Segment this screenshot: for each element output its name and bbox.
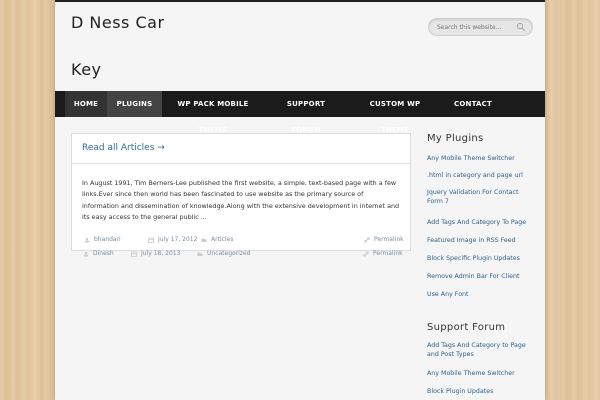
plugin-link[interactable]: Remove Admin Bar For Client [427,272,535,281]
nav-item-wp-pack-mobile-theme[interactable]: WP PACK MOBILE THEME [163,91,263,134]
search-icon[interactable] [516,22,526,32]
plugin-link[interactable]: .html in category and page url [427,171,535,180]
post-permalink-text[interactable]: Permalink [374,236,404,243]
forum-link[interactable]: Block Plugin Updates [427,387,535,396]
post-category-name[interactable]: Uncategorized [207,250,250,257]
nav-item-contact[interactable]: CONTACT [448,91,498,117]
post-author[interactable]: Dinesh [83,249,114,259]
main-navigation: HOME PLUGINS WP PACK MOBILE THEME SUPPOR… [55,91,545,134]
nav-item-support-forum[interactable]: SUPPORT FORUM [271,91,341,134]
search-box[interactable] [428,18,533,36]
post-date-text: July 17, 2012 [158,236,198,243]
post-category[interactable]: Uncategorized [197,249,250,259]
folder-icon [201,238,207,242]
calendar-icon [131,251,137,257]
article-excerpt: In August 1991, Tim Berners-Lee publishe… [82,179,400,221]
post-author[interactable]: bhandari [84,235,121,245]
plugin-link[interactable]: Block Specific Plugin Updates [427,254,535,263]
post-date: July 17, 2012 [148,235,197,245]
post-category-name[interactable]: Articles [211,236,233,243]
calendar-icon [148,237,154,243]
post-permalink[interactable]: Permalink [364,235,404,245]
post-author-name[interactable]: Dinesh [93,250,114,257]
card-divider [72,163,410,164]
forum-link[interactable]: Add Tags And Category to Page and Post T… [427,341,535,359]
plugin-link[interactable]: Featured Image in RSS Feed [427,236,535,245]
plugin-link[interactable]: Use Any Font [427,290,535,299]
link-icon [363,251,369,257]
top-border [55,0,545,2]
plugin-link[interactable]: Any Mobile Theme Switcher [427,154,535,163]
post-date: July 18, 2013 [131,249,180,259]
post-permalink[interactable]: Permalink [363,249,403,259]
article-card: Read all Articles → In August 1991, Tim … [71,133,411,251]
folder-icon [197,252,203,256]
link-icon [364,237,370,243]
user-icon [84,251,88,257]
post-date-text: July 18, 2013 [141,250,181,257]
post-permalink-text[interactable]: Permalink [373,250,403,257]
post-author-name[interactable]: bhandari [94,236,121,243]
user-icon [85,237,89,243]
nav-item-plugins[interactable]: PLUGINS [107,91,162,117]
plugin-link[interactable]: Jquery Validation For Contact Form 7 [427,188,535,206]
sidebar: My Plugins Any Mobile Theme Switcher .ht… [427,133,537,395]
nav-item-home[interactable]: HOME [65,91,107,117]
site-title-line2[interactable]: Key [71,60,102,79]
page-wrapper: D Ness Car Key HOME PLUGINS WP PACK MOBI… [55,0,545,400]
site-title-line1[interactable]: D Ness Car [71,13,165,32]
read-all-articles-link[interactable]: Read all Articles → [82,143,165,153]
my-plugins-title: My Plugins [427,133,484,144]
post-category[interactable]: Articles [201,235,233,245]
nav-item-custom-wp-theme[interactable]: CUSTOM WP THEME [355,91,435,134]
support-forum-title: Support Forum [427,322,506,333]
search-input[interactable] [437,21,515,33]
plugin-link[interactable]: Add Tags And Category To Page [427,218,535,227]
forum-link[interactable]: Any Mobile Theme Switcher [427,369,535,378]
